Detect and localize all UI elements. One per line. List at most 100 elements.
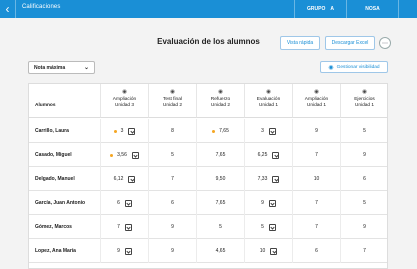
grade-cell[interactable]: 9,50 xyxy=(197,167,245,191)
grade-value: 5 xyxy=(363,200,366,206)
grade-cell[interactable]: 5 xyxy=(341,191,387,215)
grade-cell[interactable]: 5 xyxy=(197,215,245,239)
warning-dot-icon xyxy=(212,129,216,133)
grade-cell[interactable]: 7 xyxy=(101,215,149,239)
grade-cell[interactable]: 6 xyxy=(101,191,149,215)
table-row: Gómez, Marcos 7 9 5 5 7 9 xyxy=(29,215,387,239)
student-name[interactable]: García, Juan Antonio xyxy=(29,191,101,215)
manage-visibility-label: Gestionar visibilidad xyxy=(336,64,380,70)
app-title: Calificaciones xyxy=(22,4,61,10)
quick-view-button[interactable]: Vista rápida xyxy=(280,36,320,50)
student-name[interactable]: Casado, Miguel xyxy=(29,143,101,167)
grade-dropdown-icon[interactable] xyxy=(131,151,139,159)
column-header[interactable]: ◉ Ampliación Unidad 1 xyxy=(293,84,341,118)
grade-cell[interactable]: 9 xyxy=(293,119,341,143)
grade-cell[interactable]: 5 xyxy=(149,143,197,167)
back-button[interactable]: ‹ xyxy=(0,0,16,18)
grade-cell[interactable]: 6 xyxy=(293,239,341,263)
grade-dropdown-icon[interactable] xyxy=(268,127,276,135)
grade-value: 9 xyxy=(363,224,366,230)
column-header[interactable]: ◉ Ampliación Unidad 3 xyxy=(101,84,149,118)
more-icon: ⋯ xyxy=(382,40,388,47)
table-row: Carrillo, Laura 3 8 7,65 3 9 5 xyxy=(29,119,387,143)
grade-dropdown-icon[interactable] xyxy=(124,247,132,255)
eye-icon[interactable]: ◉ xyxy=(197,89,244,95)
grade-value: 9 xyxy=(261,200,264,206)
grade-dropdown-icon[interactable] xyxy=(270,247,278,255)
grade-cell[interactable]: 3 xyxy=(101,119,149,143)
grade-cell[interactable]: 9 xyxy=(341,215,387,239)
grade-dropdown-icon[interactable] xyxy=(268,223,276,231)
student-name[interactable]: Gómez, Marcos xyxy=(29,215,101,239)
grade-cell[interactable]: 9 xyxy=(341,143,387,167)
eye-icon: ◉ xyxy=(328,64,334,71)
user-label: NOSA xyxy=(365,6,380,12)
grade-cell[interactable]: 10 xyxy=(245,239,293,263)
eye-icon[interactable]: ◉ xyxy=(101,89,148,95)
column-header[interactable]: ◉ Refuerzo Unidad 2 xyxy=(197,84,245,118)
column-unit: Unidad 1 xyxy=(306,103,327,108)
grade-dropdown-icon[interactable] xyxy=(124,199,132,207)
grade-value: 6 xyxy=(363,176,366,182)
column-header[interactable]: ◉ Evaluación Unidad 1 xyxy=(245,84,293,118)
grade-dropdown-icon[interactable] xyxy=(272,175,280,183)
grade-value: 7,33 xyxy=(257,176,268,182)
grade-cell[interactable]: 9 xyxy=(101,239,149,263)
table-row: García, Juan Antonio 6 6 7,65 9 7 5 xyxy=(29,191,387,215)
grade-cell[interactable]: 5 xyxy=(245,215,293,239)
grade-dropdown-icon[interactable] xyxy=(272,151,280,159)
more-options-button[interactable]: ⋯ xyxy=(379,37,391,49)
grade-cell[interactable]: 7,65 xyxy=(197,119,245,143)
student-name[interactable]: Lopez, Ana María xyxy=(29,239,101,263)
grade-cell[interactable]: 7,65 xyxy=(197,143,245,167)
grade-dropdown-icon[interactable] xyxy=(124,223,132,231)
grade-cell[interactable]: 7 xyxy=(293,191,341,215)
group-selector[interactable]: GRUPO A xyxy=(294,0,346,18)
grade-cell[interactable]: 9 xyxy=(149,239,197,263)
grade-filter-select[interactable]: Nota máxima ⌄ xyxy=(28,61,95,74)
grade-cell[interactable]: 3,56 xyxy=(101,143,149,167)
grade-value: 7 xyxy=(117,224,120,230)
student-name[interactable]: Delgado, Manuel xyxy=(29,167,101,191)
grade-value: 9 xyxy=(315,128,318,134)
grade-cell[interactable]: 6 xyxy=(149,191,197,215)
group-label: GRUPO xyxy=(307,6,326,12)
grade-cell[interactable]: 10 xyxy=(293,167,341,191)
column-header[interactable]: ◉ Test final Unidad 2 xyxy=(149,84,197,118)
grade-cell[interactable]: 5 xyxy=(341,119,387,143)
grade-cell[interactable]: 9 xyxy=(149,215,197,239)
grade-cell[interactable]: 4,65 xyxy=(197,239,245,263)
grade-cell[interactable]: 6,12 xyxy=(101,167,149,191)
grade-value: 7 xyxy=(363,248,366,254)
student-name[interactable]: Carrillo, Laura xyxy=(29,119,101,143)
grade-dropdown-icon[interactable] xyxy=(268,199,276,207)
grade-dropdown-icon[interactable] xyxy=(128,175,136,183)
eye-icon[interactable]: ◉ xyxy=(149,89,196,95)
grade-value: 5 xyxy=(171,152,174,158)
grade-value: 8 xyxy=(171,128,174,134)
grade-cell[interactable]: 7 xyxy=(341,239,387,263)
grade-cell[interactable]: 7,65 xyxy=(197,191,245,215)
download-excel-button[interactable]: Descargar Excel xyxy=(325,36,375,50)
grade-cell[interactable]: 8 xyxy=(149,119,197,143)
topbar-extra[interactable] xyxy=(398,0,417,18)
grade-cell[interactable]: 7,33 xyxy=(245,167,293,191)
grade-cell[interactable]: 6,25 xyxy=(245,143,293,167)
manage-visibility-button[interactable]: ◉ Gestionar visibilidad xyxy=(320,61,388,73)
grade-value: 5 xyxy=(219,224,222,230)
eye-icon[interactable]: ◉ xyxy=(245,89,292,95)
grade-dropdown-icon[interactable] xyxy=(128,127,136,135)
grade-cell[interactable]: 7 xyxy=(149,167,197,191)
grade-value: 10 xyxy=(259,248,266,254)
user-menu[interactable]: NOSA xyxy=(346,0,398,18)
grade-cell[interactable]: 7 xyxy=(293,143,341,167)
grade-cell[interactable]: 3 xyxy=(245,119,293,143)
grade-cell[interactable]: 6 xyxy=(341,167,387,191)
eye-icon[interactable]: ◉ xyxy=(341,89,387,95)
column-header[interactable]: ◉ Ejercicios Unidad 1 xyxy=(341,84,387,118)
column-unit: Unidad 1 xyxy=(354,103,375,108)
grade-cell[interactable]: 7 xyxy=(293,215,341,239)
grade-value: 6,12 xyxy=(113,176,124,182)
eye-icon[interactable]: ◉ xyxy=(293,89,340,95)
grade-cell[interactable]: 9 xyxy=(245,191,293,215)
